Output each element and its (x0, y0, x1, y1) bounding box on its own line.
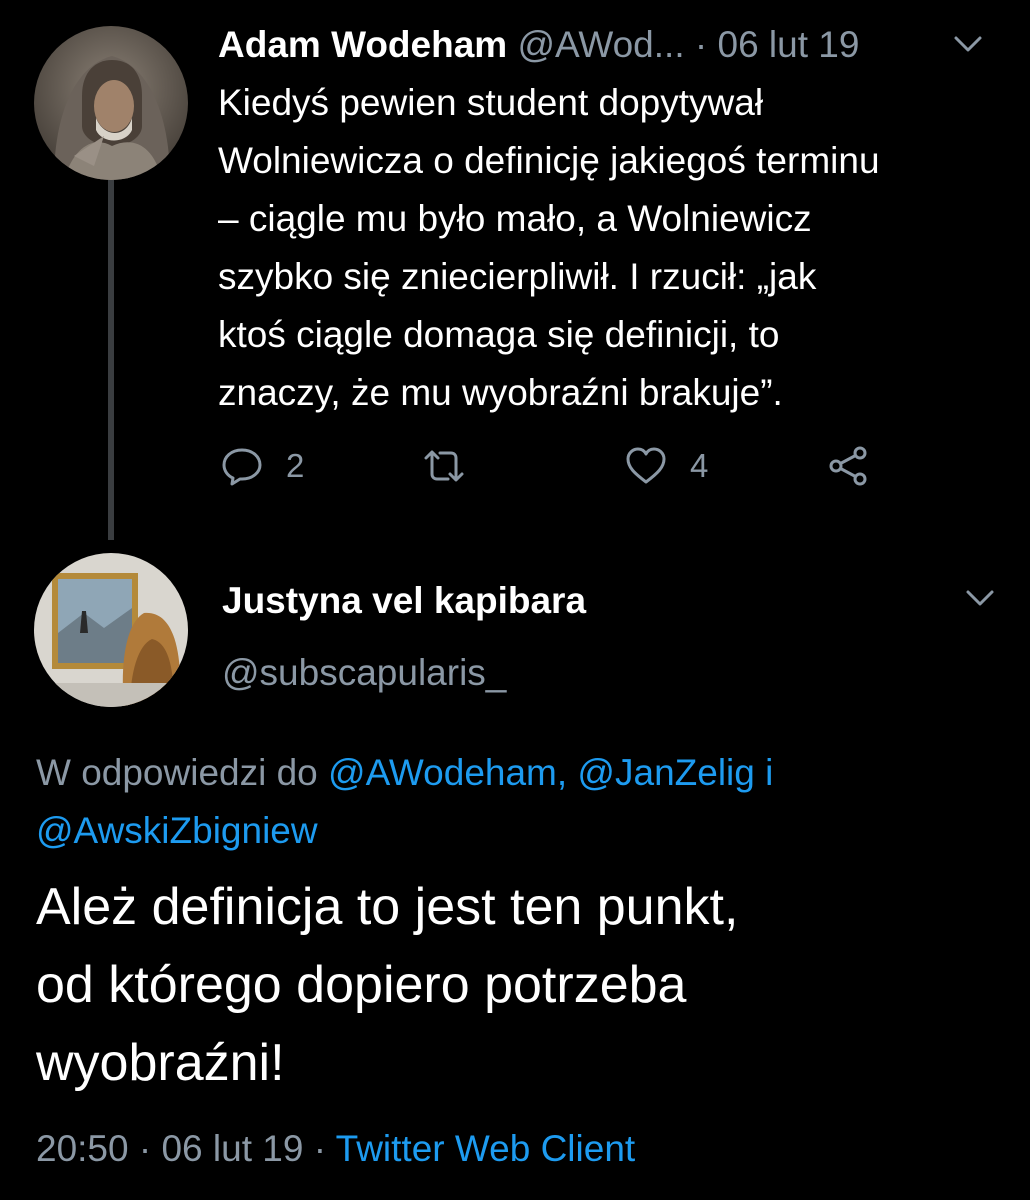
reply-mentions-link[interactable]: @AWodeham, @JanZelig (328, 752, 755, 793)
footer-separator: · (303, 1128, 336, 1169)
author-name[interactable]: Justyna vel kapibara (222, 576, 586, 626)
like-icon (624, 444, 668, 488)
tweet-date: 06 lut 19 (161, 1128, 304, 1169)
chevron-down-icon[interactable] (950, 26, 986, 62)
share-button[interactable] (826, 438, 870, 494)
tweet-header: Adam Wodeham @AWod... · 06 lut 19 (218, 20, 998, 70)
tweet-text: Ależ definicja to jest ten punkt, od któ… (36, 878, 739, 1092)
avatar[interactable] (34, 26, 188, 180)
header-separator: · (684, 24, 718, 65)
tweet-time: 20:50 (36, 1128, 129, 1169)
thread-connector-line (108, 180, 114, 540)
like-button[interactable]: 4 (624, 438, 708, 494)
tweet-footer: 20:50 · 06 lut 19 · Twitter Web Client (36, 1120, 635, 1178)
share-icon (826, 444, 870, 488)
avatar-image (34, 26, 188, 180)
chevron-down-icon[interactable] (962, 580, 998, 616)
like-count: 4 (690, 447, 709, 484)
tweet-text: Kiedyś pewien student dopytywał Wolniewi… (218, 82, 880, 413)
reply-context: W odpowiedzi do @AWodeham, @JanZelig i @… (36, 744, 996, 860)
avatar[interactable] (34, 553, 188, 707)
reply-button[interactable]: 2 (220, 438, 304, 494)
retweet-button[interactable] (422, 438, 488, 494)
reply-prefix: W odpowiedzi do (36, 752, 329, 793)
reply-count: 2 (286, 447, 305, 484)
author-handle[interactable]: @AWod... (517, 24, 684, 65)
reply-icon (220, 444, 264, 488)
tweet-actions: 2 4 (218, 438, 898, 494)
author-handle[interactable]: @subscapularis_ (222, 648, 506, 698)
avatar-image (34, 553, 188, 707)
footer-separator: · (128, 1128, 162, 1169)
retweet-icon (422, 444, 466, 488)
reply-mention-link[interactable]: @AwskiZbigniew (36, 810, 318, 851)
client-link[interactable]: Twitter Web Client (336, 1128, 636, 1169)
tweet-date[interactable]: 06 lut 19 (718, 24, 860, 65)
reply-conjunction: i (754, 752, 774, 793)
author-name[interactable]: Adam Wodeham (218, 24, 507, 65)
